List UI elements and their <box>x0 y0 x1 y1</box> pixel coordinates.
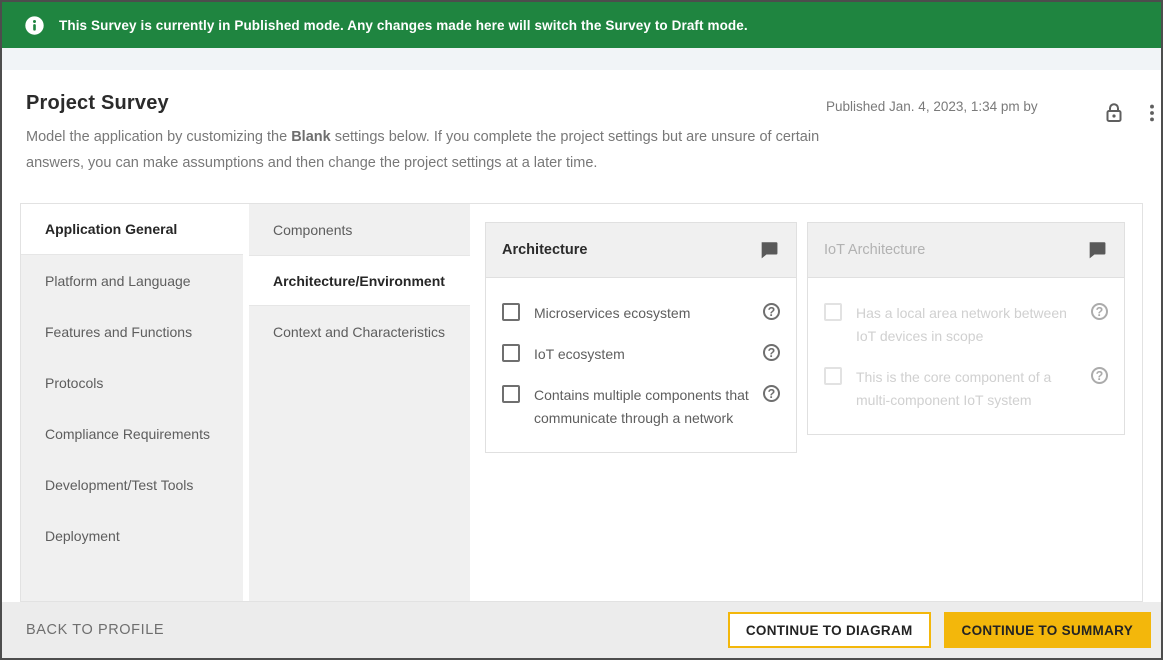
published-timestamp: Published Jan. 4, 2023, 1:34 pm by <box>826 99 1038 114</box>
checkbox-microservices-ecosystem[interactable] <box>502 303 520 321</box>
nav-tab-protocols[interactable]: Protocols <box>21 357 243 408</box>
page-background-strip <box>2 48 1161 70</box>
description-pre: Model the application by customizing the <box>26 129 291 145</box>
page-description: Model the application by customizing the… <box>26 124 826 176</box>
subnav-tab-components[interactable]: Components <box>249 204 470 255</box>
checkbox-core-component-disabled <box>824 367 842 385</box>
description-bold: Blank <box>291 129 331 145</box>
continue-to-diagram-button[interactable]: CONTINUE TO DIAGRAM <box>728 612 931 648</box>
kebab-menu-icon[interactable] <box>1138 99 1163 127</box>
continue-to-summary-button[interactable]: CONTINUE TO SUMMARY <box>944 612 1151 648</box>
card-title: IoT Architecture <box>824 242 925 258</box>
nav-tab-application-general[interactable]: Application General <box>21 204 243 255</box>
banner-text: This Survey is currently in Published mo… <box>59 18 748 33</box>
card-title: Architecture <box>502 242 587 258</box>
card-header: IoT Architecture <box>808 223 1124 278</box>
app-window: This Survey is currently in Published mo… <box>0 0 1163 660</box>
nav-tab-features-and-functions[interactable]: Features and Functions <box>21 306 243 357</box>
question-label: Microservices ecosystem <box>534 302 753 325</box>
question-row: Microservices ecosystem ? <box>502 302 780 325</box>
nav-tab-deployment[interactable]: Deployment <box>21 510 243 561</box>
help-icon[interactable]: ? <box>763 385 780 402</box>
footer-buttons: CONTINUE TO DIAGRAM CONTINUE TO SUMMARY <box>728 612 1151 648</box>
help-icon[interactable]: ? <box>763 303 780 320</box>
published-mode-banner: This Survey is currently in Published mo… <box>2 2 1161 48</box>
page-title: Project Survey <box>26 92 826 115</box>
comment-icon[interactable] <box>1086 239 1108 261</box>
question-label: Contains multiple components that commun… <box>534 384 753 430</box>
survey-header: Project Survey Model the application by … <box>2 70 1161 203</box>
question-label: IoT ecosystem <box>534 343 753 366</box>
help-icon[interactable]: ? <box>1091 303 1108 320</box>
question-row: IoT ecosystem ? <box>502 343 780 366</box>
card-body: Microservices ecosystem ? IoT ecosystem … <box>486 278 796 452</box>
subnav-tab-architecture-environment[interactable]: Architecture/Environment <box>249 255 470 306</box>
help-icon[interactable]: ? <box>763 344 780 361</box>
back-to-profile-link[interactable]: BACK TO PROFILE <box>26 622 164 638</box>
checkbox-local-area-network-disabled <box>824 303 842 321</box>
question-card-architecture: Architecture Microservices ecosystem ? <box>485 222 797 453</box>
nav-tab-platform-and-language[interactable]: Platform and Language <box>21 255 243 306</box>
question-content: Architecture Microservices ecosystem ? <box>470 204 1142 601</box>
unlock-icon[interactable] <box>1100 99 1128 127</box>
footer-action-bar: BACK TO PROFILE CONTINUE TO DIAGRAM CONT… <box>2 602 1161 658</box>
question-card-iot-architecture: IoT Architecture Has a local area networ… <box>807 222 1125 435</box>
question-row: Has a local area network between IoT dev… <box>824 302 1108 348</box>
nav-tab-development-test-tools[interactable]: Development/Test Tools <box>21 459 243 510</box>
question-row: Contains multiple components that commun… <box>502 384 780 430</box>
card-header: Architecture <box>486 223 796 278</box>
checkbox-multiple-components-network[interactable] <box>502 385 520 403</box>
checkbox-iot-ecosystem[interactable] <box>502 344 520 362</box>
help-icon[interactable]: ? <box>1091 367 1108 384</box>
question-label: This is the core component of a multi-co… <box>856 366 1081 412</box>
question-label: Has a local area network between IoT dev… <box>856 302 1081 348</box>
comment-icon[interactable] <box>758 239 780 261</box>
nav-tab-compliance-requirements[interactable]: Compliance Requirements <box>21 408 243 459</box>
info-icon <box>24 15 45 36</box>
survey-panel: Application General Platform and Languag… <box>20 203 1143 602</box>
card-body: Has a local area network between IoT dev… <box>808 278 1124 434</box>
section-nav: Application General Platform and Languag… <box>21 204 243 601</box>
subsection-nav: Components Architecture/Environment Cont… <box>249 204 470 601</box>
subnav-tab-context-and-characteristics[interactable]: Context and Characteristics <box>249 306 470 357</box>
question-row: This is the core component of a multi-co… <box>824 366 1108 412</box>
